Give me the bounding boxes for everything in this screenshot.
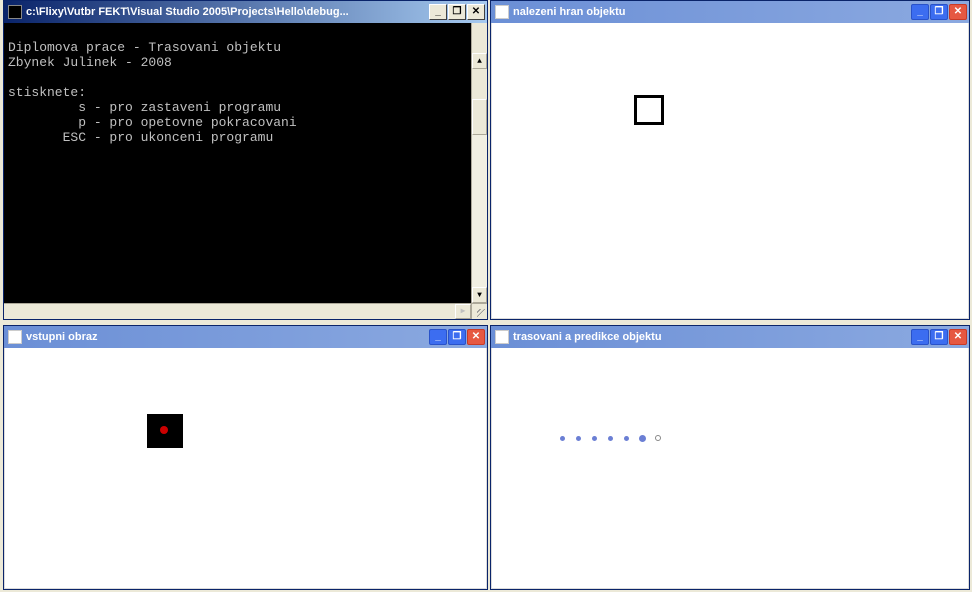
horizontal-scrollbar[interactable]: ◀ ▶ [4,303,471,319]
edges-window: nalezeni hran objektu _ ❐ ✕ [490,0,970,320]
detected-edge-rect [634,95,664,125]
scroll-right-button[interactable]: ▶ [455,304,471,319]
track-titlebar[interactable]: trasovani a predikce objektu _ ❐ ✕ [491,326,969,348]
window-icon [8,330,22,344]
track-window: trasovani a predikce objektu _ ❐ ✕ [490,325,970,590]
input-object-center-dot [160,426,168,434]
minimize-button[interactable]: _ [911,329,929,345]
window-controls: _ ❐ ✕ [429,4,485,20]
console-line: s - pro zastaveni programu [8,100,281,115]
scroll-track[interactable] [472,99,487,319]
minimize-button[interactable]: _ [429,329,447,345]
close-button[interactable]: ✕ [467,4,485,20]
maximize-button[interactable]: ❐ [930,329,948,345]
window-controls: _ ❐ ✕ [429,329,485,345]
maximize-button[interactable]: ❐ [448,329,466,345]
trajectory-point [624,436,629,441]
input-titlebar[interactable]: vstupni obraz _ ❐ ✕ [4,326,487,348]
console-title: c:\Flixy\Vutbr FEKT\Visual Studio 2005\P… [26,6,429,18]
minimize-button[interactable]: _ [429,4,447,20]
track-canvas [491,348,969,589]
trajectory-current [639,435,646,442]
trajectory-prediction [655,435,661,441]
console-line: stisknete: [8,85,86,100]
trajectory-point [592,436,597,441]
maximize-button[interactable]: ❐ [448,4,466,20]
console-line: Diplomova prace - Trasovani objektu [8,40,281,55]
console-window: c:\Flixy\Vutbr FEKT\Visual Studio 2005\P… [3,0,488,320]
edges-titlebar[interactable]: nalezeni hran objektu _ ❐ ✕ [491,1,969,23]
trajectory-point [608,436,613,441]
trajectory-point [576,436,581,441]
console-titlebar[interactable]: c:\Flixy\Vutbr FEKT\Visual Studio 2005\P… [4,1,487,23]
resize-grip[interactable] [471,303,487,319]
close-button[interactable]: ✕ [949,329,967,345]
trajectory-point [560,436,565,441]
vertical-scrollbar[interactable]: ▲ ▼ [471,23,487,303]
console-icon [8,5,22,19]
scroll-down-button[interactable]: ▼ [472,287,487,303]
console-line: Zbynek Julinek - 2008 [8,55,172,70]
scroll-up-button[interactable]: ▲ [472,53,487,69]
track-title: trasovani a predikce objektu [513,331,911,343]
close-button[interactable]: ✕ [467,329,485,345]
minimize-button[interactable]: _ [911,4,929,20]
edges-title: nalezeni hran objektu [513,6,911,18]
window-icon [495,5,509,19]
window-controls: _ ❐ ✕ [911,329,967,345]
window-icon [495,330,509,344]
close-button[interactable]: ✕ [949,4,967,20]
window-controls: _ ❐ ✕ [911,4,967,20]
input-window: vstupni obraz _ ❐ ✕ [3,325,488,590]
console-output: Diplomova prace - Trasovani objektu Zbyn… [4,23,487,319]
console-line: ESC - pro ukonceni programu [8,130,273,145]
maximize-button[interactable]: ❐ [930,4,948,20]
console-line: p - pro opetovne pokracovani [8,115,297,130]
edges-canvas [491,23,969,319]
input-canvas [4,348,487,589]
input-title: vstupni obraz [26,331,429,343]
scroll-thumb[interactable] [472,99,487,135]
